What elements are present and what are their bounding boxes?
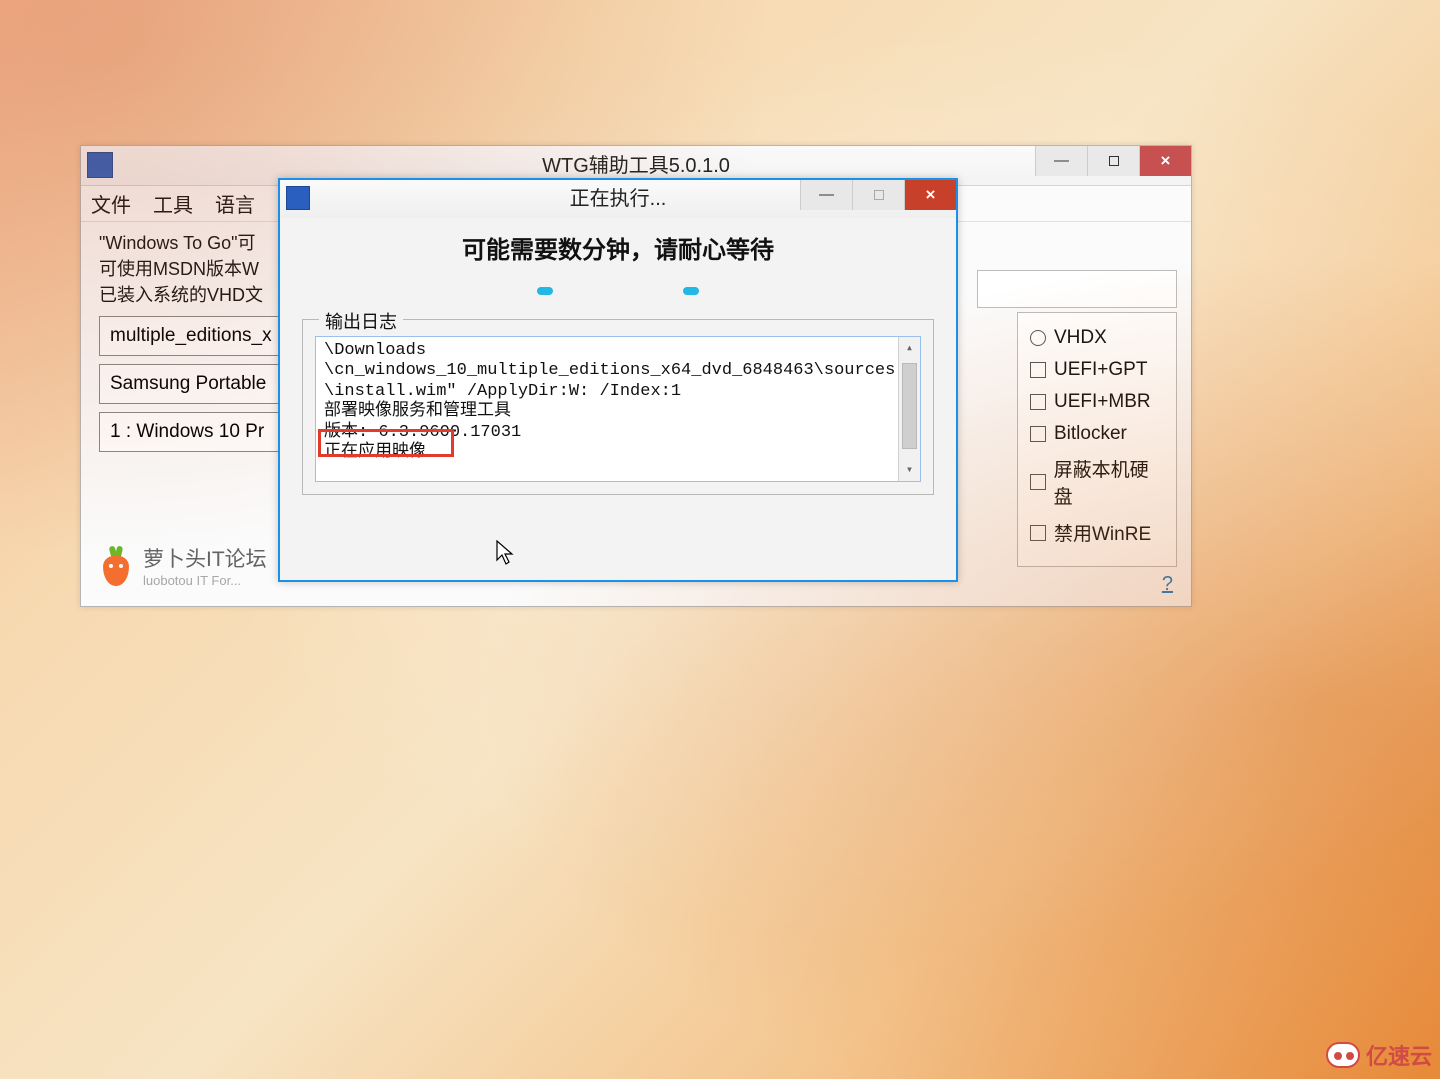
option-uefi-gpt-label: UEFI+GPT <box>1054 359 1147 381</box>
progress-indicator <box>302 287 934 305</box>
menu-tools[interactable]: 工具 <box>153 189 193 218</box>
option-vhdx[interactable]: VHDX <box>1030 327 1164 349</box>
dialog-maximize-button[interactable] <box>852 180 904 210</box>
forum-sub: luobotou IT For... <box>143 573 267 588</box>
checkbox-icon <box>1030 525 1046 541</box>
log-scrollbar[interactable]: ▴ ▾ <box>898 337 920 481</box>
checkbox-icon <box>1030 426 1046 442</box>
dialog-close-button[interactable]: × <box>904 180 956 210</box>
maximize-icon <box>1109 156 1119 166</box>
log-label: 输出日志 <box>319 308 403 334</box>
menu-language[interactable]: 语言 <box>215 189 255 218</box>
maximize-button[interactable] <box>1087 146 1139 176</box>
dialog-app-icon <box>286 186 310 210</box>
close-icon: × <box>926 176 936 214</box>
progress-dot-icon <box>537 287 553 295</box>
main-title: WTG辅助工具5.0.1.0 <box>542 155 730 177</box>
minimize-icon: — <box>1054 141 1069 181</box>
watermark-text: 亿速云 <box>1366 1039 1432 1071</box>
progress-dot-icon <box>683 287 699 295</box>
option-disable-winre-label: 禁用WinRE <box>1054 519 1151 546</box>
dialog-body: 可能需要数分钟，请耐心等待 输出日志 \Downloads \cn_window… <box>280 218 956 580</box>
close-button[interactable]: × <box>1139 146 1191 176</box>
forum-text: 萝卜头IT论坛 luobotou IT For... <box>143 543 267 588</box>
option-disable-winre[interactable]: 禁用WinRE <box>1030 519 1164 546</box>
option-bitlocker[interactable]: Bitlocker <box>1030 423 1164 445</box>
app-icon <box>87 152 113 178</box>
log-groupbox: 输出日志 \Downloads \cn_windows_10_multiple_… <box>302 319 934 495</box>
log-line: 版本: 6.3.9600.17031 <box>324 423 912 443</box>
log-line: 部署映像服务和管理工具 <box>324 402 912 422</box>
log-textbox[interactable]: \Downloads \cn_windows_10_multiple_editi… <box>315 336 921 482</box>
minimize-button[interactable]: — <box>1035 146 1087 176</box>
option-uefi-gpt[interactable]: UEFI+GPT <box>1030 359 1164 381</box>
log-line: \install.wim" /ApplyDir:W: /Index:1 <box>324 382 912 402</box>
forum-name: 萝卜头IT论坛 <box>143 543 267 573</box>
dialog-title: 正在执行... <box>570 188 667 210</box>
log-line: \Downloads <box>324 341 912 361</box>
watermark-logo-icon <box>1326 1042 1360 1068</box>
menu-file[interactable]: 文件 <box>91 189 131 218</box>
options-panel: VHDX UEFI+GPT UEFI+MBR Bitlocker 屏蔽本机硬盘 … <box>1017 312 1177 567</box>
scroll-up-icon[interactable]: ▴ <box>899 337 920 359</box>
progress-dialog: 正在执行... — × 可能需要数分钟，请耐心等待 输出日志 \Download… <box>278 178 958 582</box>
carrot-icon <box>99 546 133 586</box>
watermark: 亿速云 <box>1326 1039 1432 1071</box>
minimize-icon: — <box>819 176 834 214</box>
checkbox-icon <box>1030 474 1046 490</box>
mode-selector[interactable] <box>977 270 1177 308</box>
help-link[interactable]: ? <box>1162 573 1173 596</box>
option-block-local-disk[interactable]: 屏蔽本机硬盘 <box>1030 455 1164 509</box>
window-controls: — × <box>1035 146 1191 176</box>
log-line: \cn_windows_10_multiple_editions_x64_dvd… <box>324 361 912 381</box>
radio-icon <box>1030 330 1046 346</box>
checkbox-icon <box>1030 394 1046 410</box>
scroll-down-icon[interactable]: ▾ <box>899 459 920 481</box>
option-block-disk-label: 屏蔽本机硬盘 <box>1054 455 1164 509</box>
dialog-titlebar[interactable]: 正在执行... — × <box>280 180 956 218</box>
option-vhdx-label: VHDX <box>1054 327 1107 349</box>
scroll-thumb[interactable] <box>902 363 917 449</box>
log-line: 正在应用映像 <box>324 443 912 463</box>
dialog-heading: 可能需要数分钟，请耐心等待 <box>302 230 934 265</box>
dialog-window-controls: — × <box>800 180 956 210</box>
checkbox-icon <box>1030 362 1046 378</box>
option-uefi-mbr[interactable]: UEFI+MBR <box>1030 391 1164 413</box>
option-uefi-mbr-label: UEFI+MBR <box>1054 391 1151 413</box>
close-icon: × <box>1161 141 1171 181</box>
forum-link[interactable]: 萝卜头IT论坛 luobotou IT For... <box>99 543 267 588</box>
dialog-minimize-button[interactable]: — <box>800 180 852 210</box>
maximize-icon <box>874 190 884 200</box>
option-bitlocker-label: Bitlocker <box>1054 423 1127 445</box>
